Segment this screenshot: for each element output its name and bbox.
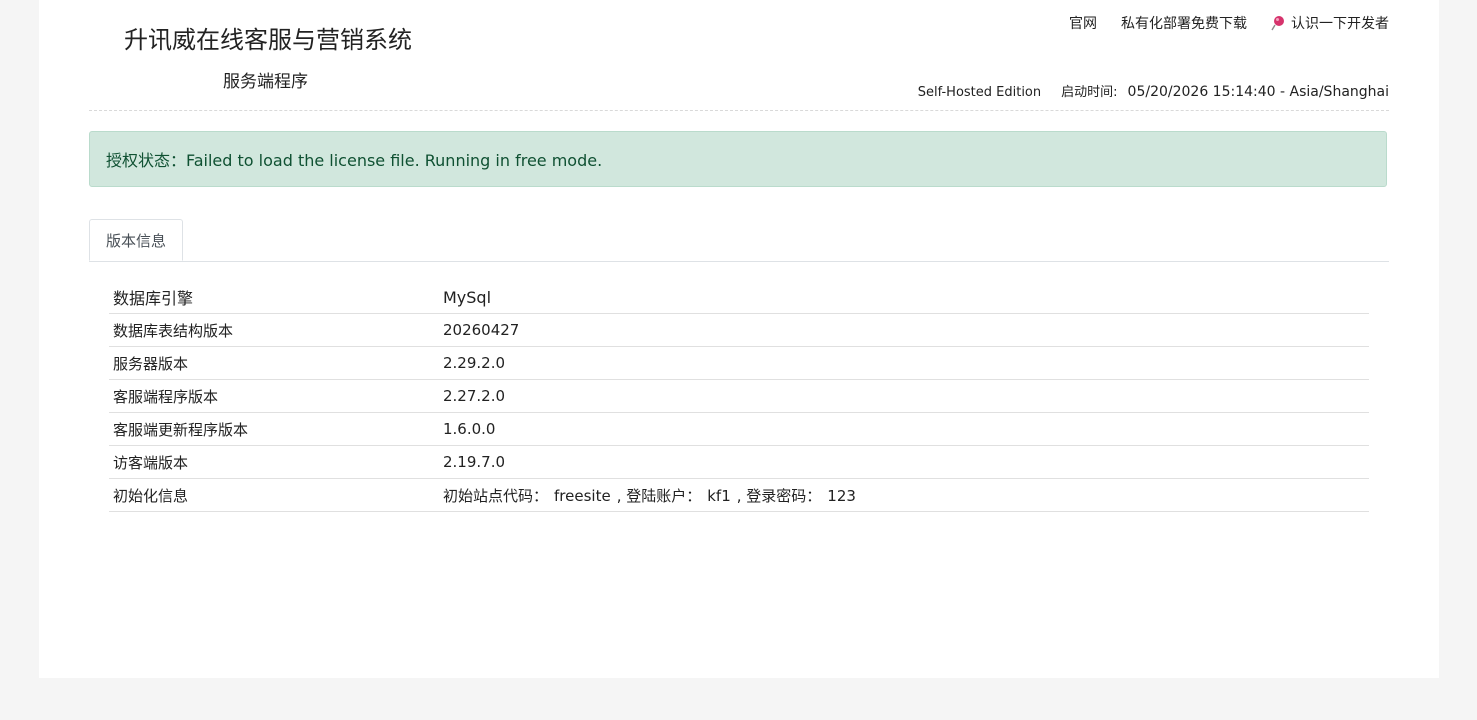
row-key: 服务器版本 xyxy=(109,346,439,380)
password-label: , 登录密码： xyxy=(736,486,822,505)
tab-version-info[interactable]: 版本信息 xyxy=(89,219,184,261)
header: 升讯威在线客服与营销系统 服务端程序 官网 私有化部署免费下载 认识一下开发者 … xyxy=(89,0,1389,111)
table-row: 服务器版本 2.29.2.0 xyxy=(109,346,1369,380)
site-code-value: freesite xyxy=(554,486,611,505)
init-info-value: 初始站点代码： freesite , 登陆账户： kf1 , 登录密码： 123 xyxy=(439,478,1369,512)
row-value: 1.6.0.0 xyxy=(439,412,1369,446)
server-meta: Self-Hosted Edition 启动时间: 05/20/2026 15:… xyxy=(918,81,1389,100)
license-status-text: 授权状态：Failed to load the license file. Ru… xyxy=(106,151,603,170)
meet-developer-link[interactable]: 认识一下开发者 xyxy=(1271,13,1389,33)
private-deploy-download-link[interactable]: 私有化部署免费下载 xyxy=(1121,13,1247,33)
version-info-table: 数据库引擎 MySql 数据库表结构版本 20260427 服务器版本 2.29… xyxy=(109,281,1369,512)
row-value: 2.29.2.0 xyxy=(439,346,1369,380)
license-status-alert: 授权状态：Failed to load the license file. Ru… xyxy=(89,131,1387,187)
start-time-label: 启动时间: xyxy=(1061,85,1118,100)
edition-label: Self-Hosted Edition xyxy=(917,85,1042,100)
row-key: 访客端版本 xyxy=(109,445,439,479)
top-nav: 官网 私有化部署免费下载 认识一下开发者 xyxy=(1069,13,1389,33)
tab-bar: 版本信息 xyxy=(89,219,1389,262)
site-code-label: 初始站点代码： xyxy=(443,486,549,505)
row-key: 数据库表结构版本 xyxy=(109,313,439,347)
table-row: 客服端更新程序版本 1.6.0.0 xyxy=(109,412,1369,446)
page-title: 升讯威在线客服与营销系统 xyxy=(124,26,412,54)
page-container: 升讯威在线客服与营销系统 服务端程序 官网 私有化部署免费下载 认识一下开发者 … xyxy=(39,0,1439,678)
table-row: 数据库表结构版本 20260427 xyxy=(109,313,1369,347)
row-value: 2.27.2.0 xyxy=(439,379,1369,413)
table-row: 访客端版本 2.19.7.0 xyxy=(109,445,1369,479)
password-value: 123 xyxy=(827,486,856,505)
table-row: 客服端程序版本 2.27.2.0 xyxy=(109,379,1369,413)
row-key: 初始化信息 xyxy=(109,478,439,512)
pushpin-icon xyxy=(1271,16,1284,31)
row-key: 客服端程序版本 xyxy=(109,379,439,413)
official-site-link[interactable]: 官网 xyxy=(1069,13,1097,33)
row-key: 数据库引擎 xyxy=(109,281,439,314)
row-value: MySql xyxy=(439,281,1369,314)
row-key: 客服端更新程序版本 xyxy=(109,412,439,446)
row-value: 20260427 xyxy=(439,313,1369,347)
meet-developer-label: 认识一下开发者 xyxy=(1291,16,1389,32)
start-time-value: 05/20/2026 15:14:40 - Asia/Shanghai xyxy=(1127,84,1389,100)
row-value: 2.19.7.0 xyxy=(439,445,1369,479)
account-label: , 登陆账户： xyxy=(616,486,702,505)
page-subtitle: 服务端程序 xyxy=(223,72,308,92)
account-value: kf1 xyxy=(707,486,731,505)
table-row-init-info: 初始化信息 初始站点代码： freesite , 登陆账户： kf1 , 登录密码： 12… xyxy=(109,478,1369,512)
table-row: 数据库引擎 MySql xyxy=(109,281,1369,314)
